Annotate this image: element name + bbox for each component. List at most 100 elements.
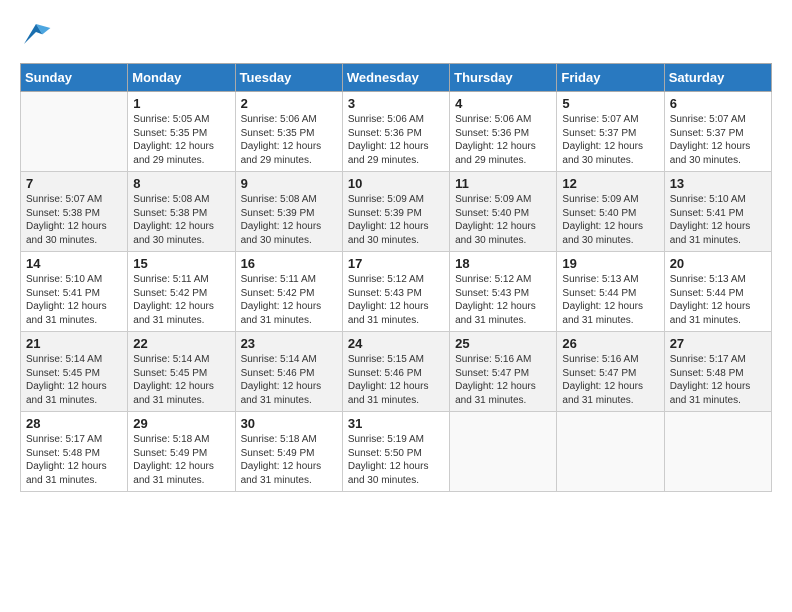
weekday-header-friday: Friday xyxy=(557,64,664,92)
cell-info: Sunrise: 5:06 AMSunset: 5:36 PMDaylight:… xyxy=(455,113,551,167)
cell-info: Sunrise: 5:15 AMSunset: 5:46 PMDaylight:… xyxy=(348,353,444,407)
cell-info: Sunrise: 5:05 AMSunset: 5:35 PMDaylight:… xyxy=(133,113,229,167)
logo xyxy=(20,20,56,48)
calendar-week-0: 1 Sunrise: 5:05 AMSunset: 5:35 PMDayligh… xyxy=(21,92,772,172)
calendar-cell xyxy=(450,412,557,492)
cell-info: Sunrise: 5:14 AMSunset: 5:45 PMDaylight:… xyxy=(26,353,122,407)
cell-info: Sunrise: 5:12 AMSunset: 5:43 PMDaylight:… xyxy=(348,273,444,327)
calendar-cell: 19 Sunrise: 5:13 AMSunset: 5:44 PMDaylig… xyxy=(557,252,664,332)
day-number: 24 xyxy=(348,336,444,351)
day-number: 19 xyxy=(562,256,658,271)
cell-info: Sunrise: 5:17 AMSunset: 5:48 PMDaylight:… xyxy=(26,433,122,487)
calendar-cell: 23 Sunrise: 5:14 AMSunset: 5:46 PMDaylig… xyxy=(235,332,342,412)
calendar-cell: 29 Sunrise: 5:18 AMSunset: 5:49 PMDaylig… xyxy=(128,412,235,492)
weekday-header-saturday: Saturday xyxy=(664,64,771,92)
calendar-cell: 1 Sunrise: 5:05 AMSunset: 5:35 PMDayligh… xyxy=(128,92,235,172)
cell-info: Sunrise: 5:14 AMSunset: 5:46 PMDaylight:… xyxy=(241,353,337,407)
day-number: 16 xyxy=(241,256,337,271)
cell-info: Sunrise: 5:06 AMSunset: 5:36 PMDaylight:… xyxy=(348,113,444,167)
cell-info: Sunrise: 5:09 AMSunset: 5:39 PMDaylight:… xyxy=(348,193,444,247)
calendar-cell: 12 Sunrise: 5:09 AMSunset: 5:40 PMDaylig… xyxy=(557,172,664,252)
day-number: 6 xyxy=(670,96,766,111)
calendar-cell: 9 Sunrise: 5:08 AMSunset: 5:39 PMDayligh… xyxy=(235,172,342,252)
calendar-cell xyxy=(557,412,664,492)
day-number: 28 xyxy=(26,416,122,431)
weekday-header-wednesday: Wednesday xyxy=(342,64,449,92)
cell-info: Sunrise: 5:16 AMSunset: 5:47 PMDaylight:… xyxy=(455,353,551,407)
day-number: 25 xyxy=(455,336,551,351)
calendar-cell: 11 Sunrise: 5:09 AMSunset: 5:40 PMDaylig… xyxy=(450,172,557,252)
calendar-cell: 20 Sunrise: 5:13 AMSunset: 5:44 PMDaylig… xyxy=(664,252,771,332)
calendar-week-3: 21 Sunrise: 5:14 AMSunset: 5:45 PMDaylig… xyxy=(21,332,772,412)
cell-info: Sunrise: 5:18 AMSunset: 5:49 PMDaylight:… xyxy=(241,433,337,487)
day-number: 10 xyxy=(348,176,444,191)
cell-info: Sunrise: 5:13 AMSunset: 5:44 PMDaylight:… xyxy=(562,273,658,327)
cell-info: Sunrise: 5:11 AMSunset: 5:42 PMDaylight:… xyxy=(133,273,229,327)
header xyxy=(20,20,772,48)
calendar-week-1: 7 Sunrise: 5:07 AMSunset: 5:38 PMDayligh… xyxy=(21,172,772,252)
calendar-cell xyxy=(21,92,128,172)
calendar-cell: 30 Sunrise: 5:18 AMSunset: 5:49 PMDaylig… xyxy=(235,412,342,492)
cell-info: Sunrise: 5:10 AMSunset: 5:41 PMDaylight:… xyxy=(670,193,766,247)
calendar-cell: 14 Sunrise: 5:10 AMSunset: 5:41 PMDaylig… xyxy=(21,252,128,332)
cell-info: Sunrise: 5:11 AMSunset: 5:42 PMDaylight:… xyxy=(241,273,337,327)
calendar-cell: 10 Sunrise: 5:09 AMSunset: 5:39 PMDaylig… xyxy=(342,172,449,252)
calendar-week-4: 28 Sunrise: 5:17 AMSunset: 5:48 PMDaylig… xyxy=(21,412,772,492)
calendar-cell: 2 Sunrise: 5:06 AMSunset: 5:35 PMDayligh… xyxy=(235,92,342,172)
cell-info: Sunrise: 5:07 AMSunset: 5:37 PMDaylight:… xyxy=(562,113,658,167)
cell-info: Sunrise: 5:09 AMSunset: 5:40 PMDaylight:… xyxy=(455,193,551,247)
cell-info: Sunrise: 5:16 AMSunset: 5:47 PMDaylight:… xyxy=(562,353,658,407)
day-number: 21 xyxy=(26,336,122,351)
day-number: 11 xyxy=(455,176,551,191)
cell-info: Sunrise: 5:13 AMSunset: 5:44 PMDaylight:… xyxy=(670,273,766,327)
cell-info: Sunrise: 5:08 AMSunset: 5:39 PMDaylight:… xyxy=(241,193,337,247)
day-number: 22 xyxy=(133,336,229,351)
day-number: 27 xyxy=(670,336,766,351)
day-number: 18 xyxy=(455,256,551,271)
cell-info: Sunrise: 5:09 AMSunset: 5:40 PMDaylight:… xyxy=(562,193,658,247)
day-number: 5 xyxy=(562,96,658,111)
day-number: 29 xyxy=(133,416,229,431)
day-number: 4 xyxy=(455,96,551,111)
day-number: 8 xyxy=(133,176,229,191)
calendar-cell: 28 Sunrise: 5:17 AMSunset: 5:48 PMDaylig… xyxy=(21,412,128,492)
calendar-week-2: 14 Sunrise: 5:10 AMSunset: 5:41 PMDaylig… xyxy=(21,252,772,332)
cell-info: Sunrise: 5:08 AMSunset: 5:38 PMDaylight:… xyxy=(133,193,229,247)
weekday-header-thursday: Thursday xyxy=(450,64,557,92)
calendar-cell: 7 Sunrise: 5:07 AMSunset: 5:38 PMDayligh… xyxy=(21,172,128,252)
weekday-header-monday: Monday xyxy=(128,64,235,92)
day-number: 26 xyxy=(562,336,658,351)
calendar-cell: 15 Sunrise: 5:11 AMSunset: 5:42 PMDaylig… xyxy=(128,252,235,332)
calendar-table: SundayMondayTuesdayWednesdayThursdayFrid… xyxy=(20,63,772,492)
day-number: 15 xyxy=(133,256,229,271)
day-number: 31 xyxy=(348,416,444,431)
day-number: 2 xyxy=(241,96,337,111)
logo-icon xyxy=(20,20,52,48)
day-number: 17 xyxy=(348,256,444,271)
calendar-cell: 25 Sunrise: 5:16 AMSunset: 5:47 PMDaylig… xyxy=(450,332,557,412)
cell-info: Sunrise: 5:18 AMSunset: 5:49 PMDaylight:… xyxy=(133,433,229,487)
calendar-cell xyxy=(664,412,771,492)
day-number: 3 xyxy=(348,96,444,111)
calendar-cell: 4 Sunrise: 5:06 AMSunset: 5:36 PMDayligh… xyxy=(450,92,557,172)
cell-info: Sunrise: 5:14 AMSunset: 5:45 PMDaylight:… xyxy=(133,353,229,407)
day-number: 13 xyxy=(670,176,766,191)
calendar-cell: 31 Sunrise: 5:19 AMSunset: 5:50 PMDaylig… xyxy=(342,412,449,492)
cell-info: Sunrise: 5:10 AMSunset: 5:41 PMDaylight:… xyxy=(26,273,122,327)
weekday-header-sunday: Sunday xyxy=(21,64,128,92)
cell-info: Sunrise: 5:19 AMSunset: 5:50 PMDaylight:… xyxy=(348,433,444,487)
day-number: 30 xyxy=(241,416,337,431)
cell-info: Sunrise: 5:12 AMSunset: 5:43 PMDaylight:… xyxy=(455,273,551,327)
calendar-cell: 3 Sunrise: 5:06 AMSunset: 5:36 PMDayligh… xyxy=(342,92,449,172)
calendar-cell: 26 Sunrise: 5:16 AMSunset: 5:47 PMDaylig… xyxy=(557,332,664,412)
calendar-cell: 5 Sunrise: 5:07 AMSunset: 5:37 PMDayligh… xyxy=(557,92,664,172)
day-number: 23 xyxy=(241,336,337,351)
cell-info: Sunrise: 5:07 AMSunset: 5:38 PMDaylight:… xyxy=(26,193,122,247)
day-number: 20 xyxy=(670,256,766,271)
day-number: 9 xyxy=(241,176,337,191)
calendar-cell: 13 Sunrise: 5:10 AMSunset: 5:41 PMDaylig… xyxy=(664,172,771,252)
weekday-header-row: SundayMondayTuesdayWednesdayThursdayFrid… xyxy=(21,64,772,92)
weekday-header-tuesday: Tuesday xyxy=(235,64,342,92)
calendar-body: 1 Sunrise: 5:05 AMSunset: 5:35 PMDayligh… xyxy=(21,92,772,492)
calendar-cell: 22 Sunrise: 5:14 AMSunset: 5:45 PMDaylig… xyxy=(128,332,235,412)
